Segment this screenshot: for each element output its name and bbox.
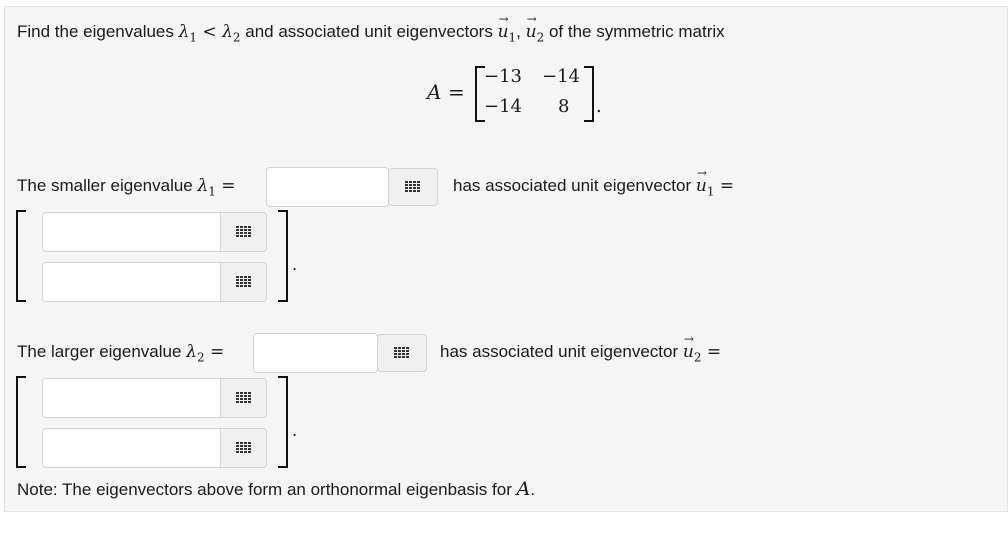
u2-label: has associated unit eigenvector → u2 = [440, 332, 722, 365]
grid-icon [235, 392, 251, 403]
u2-period: . [292, 421, 298, 440]
matrix-entry: 8 [558, 96, 570, 117]
matrix-right-bracket [584, 66, 594, 122]
question-intro: Find the eigenvalues λ1 < λ2 and associa… [17, 12, 725, 45]
matrix-entry: −13 [484, 66, 522, 87]
grid-icon [235, 276, 251, 287]
lambda2-input[interactable] [253, 333, 378, 373]
u1-entry2-input[interactable] [42, 262, 267, 302]
u2-left-bracket [16, 376, 26, 468]
u1-left-bracket [16, 210, 26, 302]
lambda2-matrix-button[interactable] [377, 334, 427, 372]
u1-entry1-input[interactable] [42, 212, 267, 252]
matrix-period: . [596, 96, 602, 117]
u1-period: . [292, 255, 298, 274]
grid-icon [235, 226, 251, 237]
u2-entry1-matrix-button[interactable] [220, 379, 266, 417]
larger-eigenvalue-label: The larger eigenvalue λ2 = [17, 342, 225, 365]
matrix-entry: −14 [484, 96, 522, 117]
u1-entry1-matrix-button[interactable] [220, 213, 266, 251]
lambda1-matrix-button[interactable] [388, 168, 438, 206]
matrix-equals: = [448, 80, 465, 104]
u2-entry2-input[interactable] [42, 428, 267, 468]
note-text: Note: The eigenvectors above form an ort… [17, 478, 536, 500]
smaller-eigenvalue-label: The smaller eigenvalue λ1 = [17, 176, 236, 199]
matrix-entry: −14 [542, 66, 580, 87]
u2-entry2-matrix-button[interactable] [220, 429, 266, 467]
u2-right-bracket [278, 376, 288, 468]
grid-icon [235, 442, 251, 453]
u1-right-bracket [278, 210, 288, 302]
grid-icon [394, 347, 409, 358]
lambda1-input[interactable] [266, 167, 389, 207]
u1-entry2-matrix-button[interactable] [220, 263, 266, 301]
matrix-name: A [427, 80, 442, 104]
u1-label: has associated unit eigenvector → u1 = [453, 166, 735, 199]
grid-icon [405, 181, 420, 192]
u2-entry1-input[interactable] [42, 378, 267, 418]
